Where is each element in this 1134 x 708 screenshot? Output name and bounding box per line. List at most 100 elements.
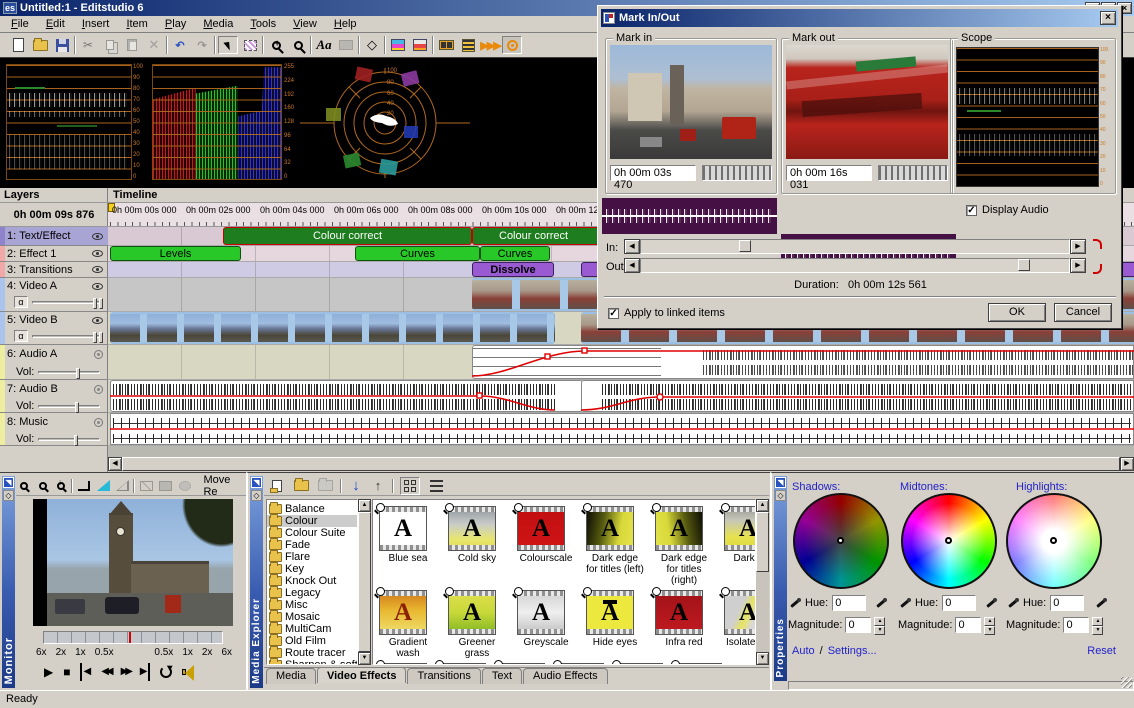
- opacity-slider-thumb[interactable]: [99, 298, 103, 309]
- shadows-magnitude-input[interactable]: [845, 617, 871, 633]
- slider-right-arrow[interactable]: ▶: [1070, 239, 1086, 254]
- pin-icon[interactable]: ◇: [775, 490, 786, 501]
- alpha-button[interactable]: α: [14, 330, 28, 342]
- out-slider-thumb[interactable]: [1018, 259, 1030, 271]
- scrub-position[interactable]: [129, 632, 131, 643]
- delete-icon[interactable]: ✕: [144, 36, 164, 54]
- effect-item[interactable]: AGradient wash: [379, 590, 437, 659]
- eyedropper-minus-icon[interactable]: [1094, 597, 1107, 610]
- volume-slider-thumb[interactable]: [75, 402, 79, 413]
- list-view-icon[interactable]: [426, 477, 446, 495]
- monitor-scrub-bar[interactable]: [43, 631, 223, 644]
- pin-icon[interactable]: ◇: [3, 490, 14, 501]
- tab-audio-effects[interactable]: Audio Effects: [523, 668, 608, 684]
- dock-icon[interactable]: ◥: [775, 477, 786, 488]
- in-slider-thumb[interactable]: [739, 240, 751, 252]
- new-icon[interactable]: [8, 36, 28, 54]
- storyboard-icon[interactable]: [436, 36, 456, 54]
- clip-curves-1[interactable]: Curves: [355, 246, 480, 261]
- eyedropper-plus-icon[interactable]: [788, 597, 801, 610]
- folder-item[interactable]: Legacy: [267, 587, 357, 599]
- opacity-slider[interactable]: [32, 335, 102, 338]
- ramp-steps-icon[interactable]: [75, 477, 92, 495]
- eyedropper-plus-icon[interactable]: [898, 597, 911, 610]
- spinner-buttons[interactable]: ▲▼: [874, 617, 885, 633]
- effect-item[interactable]: A: [615, 663, 663, 665]
- effect-item[interactable]: A: [556, 663, 604, 665]
- effect-item[interactable]: AIsolate RGB: [724, 590, 756, 659]
- copy-icon[interactable]: [100, 36, 120, 54]
- effect-item[interactable]: A: [379, 663, 427, 665]
- menu-item[interactable]: Item: [119, 16, 154, 32]
- folder-item[interactable]: Knock Out: [267, 575, 357, 587]
- wheel-center-marker[interactable]: [945, 537, 952, 544]
- clip-dissolve[interactable]: Dissolve: [472, 262, 554, 277]
- scroll-down-button[interactable]: ▼: [358, 652, 371, 665]
- scroll-up-button[interactable]: ▲: [756, 499, 769, 512]
- next-frame-icon[interactable]: ▶: [140, 663, 151, 681]
- slider-left-arrow[interactable]: ◀: [624, 239, 640, 254]
- timeline-b-icon[interactable]: [410, 36, 430, 54]
- fast-forward-icon[interactable]: ▶▶: [121, 663, 130, 681]
- effect-item[interactable]: AGreyscale: [517, 590, 575, 659]
- rewind-icon[interactable]: ◀◀: [101, 663, 110, 681]
- play-icon[interactable]: ▶: [44, 663, 53, 681]
- save-icon[interactable]: [52, 36, 72, 54]
- zoom-fit-icon[interactable]: :: [53, 477, 69, 495]
- redo-icon[interactable]: ↷: [192, 36, 212, 54]
- menu-edit[interactable]: Edit: [39, 16, 72, 32]
- safe-area-icon[interactable]: [137, 477, 154, 495]
- link-in-icon[interactable]: [1093, 239, 1102, 249]
- volume-slider[interactable]: [38, 371, 100, 374]
- dialog-close-icon[interactable]: ×: [1100, 11, 1116, 25]
- new-folder-icon[interactable]: [292, 477, 310, 495]
- text-tool-icon[interactable]: Aa: [314, 36, 334, 54]
- monitor-panel-grip[interactable]: ◥ ◇ Monitor: [2, 476, 15, 688]
- eye-icon[interactable]: [92, 233, 103, 240]
- eye-icon[interactable]: [92, 266, 103, 273]
- display-audio-checkbox[interactable]: ✓: [966, 205, 977, 216]
- eye-icon[interactable]: [92, 250, 103, 257]
- scrollbar-thumb[interactable]: [358, 512, 371, 652]
- wheel-center-marker[interactable]: [837, 537, 844, 544]
- loop-icon[interactable]: [160, 666, 172, 678]
- folder-item[interactable]: Balance: [267, 503, 357, 515]
- folder-scrollbar[interactable]: ▲ ▼: [358, 499, 371, 665]
- paste-icon[interactable]: [122, 36, 142, 54]
- ok-button[interactable]: OK: [988, 303, 1046, 322]
- pin-icon[interactable]: ◇: [251, 490, 262, 501]
- resize-grip[interactable]: [1121, 677, 1132, 688]
- clip-curves-2[interactable]: Curves: [480, 246, 550, 261]
- folder-item[interactable]: Colour Suite: [267, 527, 357, 539]
- midtones-magnitude-input[interactable]: [955, 617, 981, 633]
- folder-item[interactable]: Route tracer: [267, 647, 357, 659]
- clip-levels[interactable]: Levels: [110, 246, 241, 261]
- speed-label[interactable]: 6x: [36, 647, 47, 659]
- properties-panel-grip[interactable]: ◥ ◇ Properties: [774, 476, 787, 681]
- eyedropper-minus-icon[interactable]: [984, 597, 997, 610]
- sort-up-icon[interactable]: ↑: [370, 477, 386, 495]
- open-icon[interactable]: [30, 36, 50, 54]
- clip-audio-b-1[interactable]: [110, 380, 583, 412]
- tab-video-effects[interactable]: Video Effects: [317, 667, 407, 683]
- auto-link[interactable]: Auto: [792, 645, 815, 657]
- folder-item[interactable]: Misc: [267, 599, 357, 611]
- marquee-icon[interactable]: [240, 36, 260, 54]
- zoom-in-icon[interactable]: +: [266, 36, 286, 54]
- effect-item[interactable]: A: [438, 663, 486, 665]
- eyedropper-minus-icon[interactable]: [874, 597, 887, 610]
- zoom-out-icon[interactable]: -: [288, 36, 308, 54]
- menu-file[interactable]: File: [4, 16, 36, 32]
- midtones-wheel[interactable]: [901, 493, 997, 589]
- reset-link[interactable]: Reset: [1087, 645, 1116, 657]
- zoom-in-icon[interactable]: [16, 477, 32, 495]
- eyedropper-plus-icon[interactable]: [1006, 597, 1019, 610]
- shadows-hue-input[interactable]: [832, 595, 866, 611]
- speaker-icon[interactable]: [94, 418, 103, 427]
- wheel-center-marker[interactable]: [1050, 537, 1057, 544]
- ellipse-mask-icon[interactable]: [176, 477, 193, 495]
- speed-label[interactable]: 0.5x: [154, 647, 173, 659]
- layer-row-audio-b[interactable]: 7: Audio B Vol:: [0, 380, 108, 413]
- eye-icon[interactable]: [92, 317, 103, 324]
- out-slider[interactable]: ◀ ▶: [624, 258, 1086, 273]
